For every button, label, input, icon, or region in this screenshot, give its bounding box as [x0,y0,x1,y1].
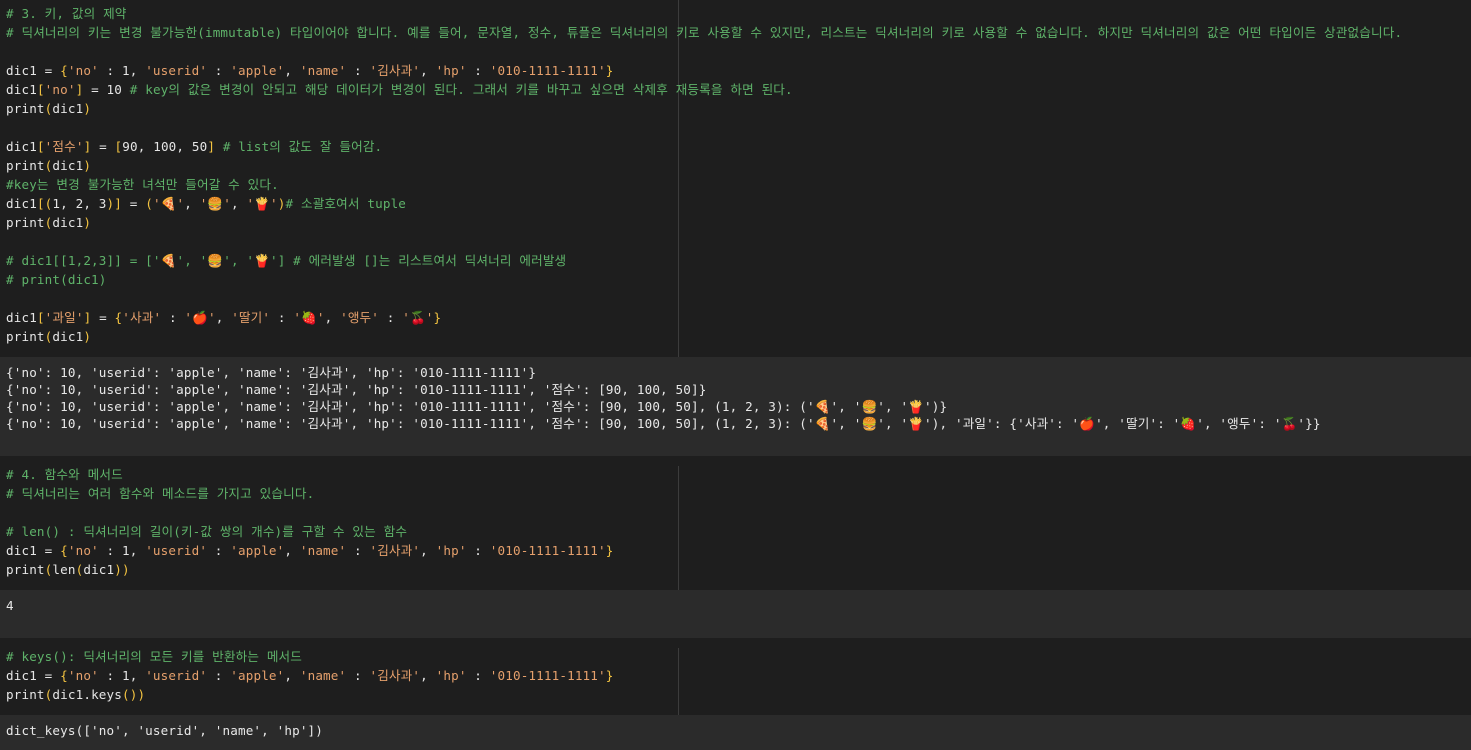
code-line[interactable]: dic1 = {'no' : 1, 'userid' : 'apple', 'n… [6,61,613,80]
code-text: dic1 = {'no' : 1, 'userid' : 'apple', 'n… [6,543,614,558]
code-text: dic1 = {'no' : 1, 'userid' : 'apple', 'n… [6,63,614,78]
output-line: dict_keys(['no', 'userid', 'name', 'hp']… [6,723,324,738]
code-line[interactable]: # 딕셔너리의 키는 변경 불가능한(immutable) 타입이어야 합니다.… [6,23,1402,42]
code-line[interactable]: print(dic1) [6,156,91,175]
code-line[interactable]: # print(dic1) [6,270,107,289]
code-text: print(len(dic1)) [6,562,130,577]
comment: # keys(): 딕셔너리의 모든 키를 반환하는 메서드 [6,649,303,664]
comment: # len() : 딕셔너리의 길이(키-값 쌍의 개수)를 구할 수 있는 함… [6,524,408,539]
code-line[interactable]: dic1['점수'] = [90, 100, 50] # list의 값도 잘 … [6,137,382,156]
code-text: dic1[(1, 2, 3)] = ('🍕', '🍔', '🍟')# 소괄호여서… [6,196,407,211]
code-cell-keys[interactable]: # keys(): 딕셔너리의 모든 키를 반환하는 메서드 dic1 = {'… [0,646,1471,715]
comment: #key는 변경 불가능한 녀석만 들어갈 수 있다. [6,177,279,192]
code-line[interactable]: # 3. 키, 값의 제약 [6,4,127,23]
line-length-ruler [678,0,679,357]
comment: # 3. 키, 값의 제약 [6,6,127,21]
output-cell-keys[interactable]: dict_keys(['no', 'userid', 'name', 'hp']… [0,715,1471,750]
comment: # 딕셔너리의 키는 변경 불가능한(immutable) 타입이어야 합니다.… [6,25,1403,40]
output-cell-len[interactable]: 4 [0,590,1471,638]
output-line: 4 [6,598,14,613]
code-line[interactable]: dic1['과일'] = {'사과' : '🍎', '딸기' : '🍓', '앵… [6,308,441,327]
code-text: dic1['과일'] = {'사과' : '🍎', '딸기' : '🍓', '앵… [6,310,442,325]
output-line: {'no': 10, 'userid': 'apple', 'name': '김… [6,416,1321,431]
code-line[interactable]: # 4. 함수와 메서드 [6,465,123,484]
code-line[interactable]: # 딕셔너리는 여러 함수와 메소드를 가지고 있습니다. [6,484,314,503]
output-line: {'no': 10, 'userid': 'apple', 'name': '김… [6,399,948,414]
code-text: print(dic1.keys()) [6,687,146,702]
code-line[interactable]: # dic1[[1,2,3]] = ['🍕', '🍔', '🍟'] # 에러발생… [6,251,566,270]
code-line[interactable]: dic1['no'] = 10 # key의 값은 변경이 안되고 해당 데이터… [6,80,793,99]
code-line[interactable]: #key는 변경 불가능한 녀석만 들어갈 수 있다. [6,175,279,194]
code-text: dic1['점수'] = [90, 100, 50] # list의 값도 잘 … [6,139,383,154]
comment: # dic1[[1,2,3]] = ['🍕', '🍔', '🍟'] # 에러발생… [6,253,567,268]
code-line[interactable]: # len() : 딕셔너리의 길이(키-값 쌍의 개수)를 구할 수 있는 함… [6,522,407,541]
code-line[interactable]: print(dic1) [6,213,91,232]
code-line[interactable]: print(dic1) [6,99,91,118]
output-line: {'no': 10, 'userid': 'apple', 'name': '김… [6,382,707,397]
code-line[interactable]: dic1 = {'no' : 1, 'userid' : 'apple', 'n… [6,541,613,560]
code-cell-functions-methods[interactable]: # 4. 함수와 메서드 # 딕셔너리는 여러 함수와 메소드를 가지고 있습니… [0,464,1471,590]
line-length-ruler [678,648,679,715]
output-cell-dict-constraints[interactable]: {'no': 10, 'userid': 'apple', 'name': '김… [0,357,1471,456]
code-line[interactable]: print(len(dic1)) [6,560,130,579]
line-length-ruler [678,466,679,590]
code-line[interactable]: print(dic1) [6,327,91,346]
code-text: print(dic1) [6,215,92,230]
code-line[interactable]: dic1[(1, 2, 3)] = ('🍕', '🍔', '🍟')# 소괄호여서… [6,194,406,213]
code-line[interactable]: # keys(): 딕셔너리의 모든 키를 반환하는 메서드 [6,647,302,666]
comment: # 4. 함수와 메서드 [6,467,123,482]
code-text: dic1['no'] = 10 # key의 값은 변경이 안되고 해당 데이터… [6,82,793,97]
comment: # print(dic1) [6,272,107,287]
code-text: print(dic1) [6,329,92,344]
output-line: {'no': 10, 'userid': 'apple', 'name': '김… [6,365,537,380]
code-line[interactable]: print(dic1.keys()) [6,685,145,704]
code-text: print(dic1) [6,101,92,116]
code-text: dic1 = {'no' : 1, 'userid' : 'apple', 'n… [6,668,614,683]
code-cell-dict-constraints[interactable]: # 3. 키, 값의 제약 # 딕셔너리의 키는 변경 불가능한(immutab… [0,0,1471,357]
code-line[interactable]: dic1 = {'no' : 1, 'userid' : 'apple', 'n… [6,666,613,685]
code-text: print(dic1) [6,158,92,173]
comment: # 딕셔너리는 여러 함수와 메소드를 가지고 있습니다. [6,486,315,501]
